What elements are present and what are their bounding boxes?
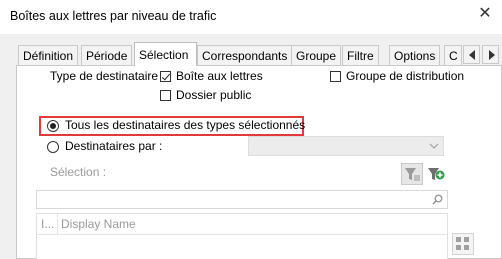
chevron-right-icon (489, 50, 495, 60)
filter-clear-button[interactable] (401, 163, 423, 185)
filter-add-button[interactable] (425, 163, 447, 185)
tab-periode[interactable]: Période (81, 45, 133, 65)
tab-correspondants[interactable]: Correspondants (197, 45, 293, 65)
tab-options[interactable]: Options (389, 45, 441, 65)
all-recipients-label[interactable]: Tous les destinataires des types sélecti… (65, 118, 305, 132)
tab-groupe[interactable]: Groupe (291, 45, 342, 65)
recipients-by-dropdown[interactable] (248, 136, 444, 156)
distribution-group-label[interactable]: Groupe de distribution (346, 69, 464, 83)
recipient-type-label: Type de destinataire (50, 69, 159, 83)
selection-label: Sélection : (50, 165, 107, 179)
chevron-down-icon (429, 143, 439, 149)
selection-search-input[interactable] (39, 192, 423, 209)
recipients-by-label[interactable]: Destinataires par : (65, 139, 162, 153)
tab-filtre[interactable]: Filtre (342, 45, 379, 65)
filter-add-icon (428, 168, 445, 180)
tab-selection[interactable]: Sélection (134, 42, 197, 66)
public-folder-checkbox[interactable] (160, 90, 171, 101)
recipients-by-radio[interactable] (47, 141, 59, 153)
mailbox-label[interactable]: Boîte aux lettres (176, 69, 263, 83)
mailbox-checkbox[interactable] (160, 71, 171, 82)
selection-search-field[interactable] (36, 190, 448, 209)
search-icon[interactable] (432, 194, 443, 205)
public-folder-label[interactable]: Dossier public (176, 88, 251, 102)
tab-scroll-right-button[interactable] (482, 45, 499, 64)
grid-header: I... Display Name (37, 214, 447, 235)
all-recipients-radio[interactable] (47, 120, 59, 132)
column-separator[interactable] (57, 214, 58, 234)
distribution-group-checkbox[interactable] (330, 71, 341, 82)
close-icon[interactable]: ✕ (476, 5, 494, 23)
tab-definition[interactable]: Définition (18, 45, 79, 65)
column-header-id[interactable]: I... (41, 217, 54, 231)
grid-view-button[interactable] (452, 233, 474, 255)
column-header-display-name[interactable]: Display Name (61, 217, 136, 231)
title-bar: Boîtes aux lettres par niveau de trafic … (0, 0, 502, 34)
chevron-left-icon (469, 50, 475, 60)
filter-clear-icon (401, 163, 423, 185)
tab-scroll-left-button[interactable] (463, 45, 480, 64)
recipients-grid[interactable]: I... Display Name (36, 213, 448, 259)
tab-overflow[interactable]: C (444, 45, 462, 65)
window-title: Boîtes aux lettres par niveau de trafic (10, 9, 217, 23)
grid-view-icon (452, 233, 474, 255)
